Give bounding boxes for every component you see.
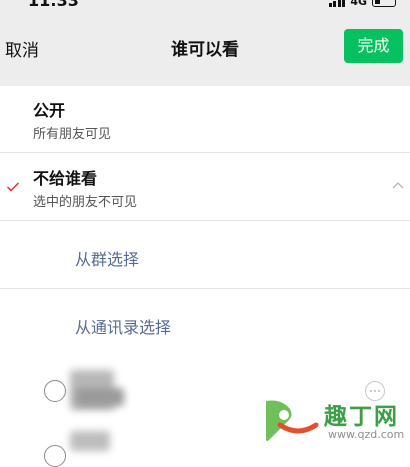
chevron-up-icon[interactable] [392,181,404,189]
radio-unchecked[interactable] [44,380,66,402]
watermark-url: www.qzd.com [328,428,405,441]
select-from-contacts-link[interactable]: 从通讯录选择 [75,314,171,338]
nav-bar: 取消 谁可以看 完成 [0,14,410,86]
option-public-subtitle: 所有朋友可见 [33,127,112,142]
option-public-title: 公开 [33,101,66,120]
avatar [70,431,110,451]
radio-unchecked[interactable] [44,445,66,467]
signal-icon [328,0,346,7]
option-hide-from[interactable]: 不给谁看 选中的朋友不可见 [0,153,410,220]
option-hide-from-subtitle: 选中的朋友不可见 [33,195,138,210]
battery-icon [372,0,396,7]
select-from-group-link[interactable]: 从群选择 [75,246,139,270]
divider [0,220,410,221]
option-public[interactable]: 公开 所有朋友可见 [0,86,410,152]
status-bar: 11:33 4G [0,0,410,14]
checkmark-icon [6,182,20,192]
watermark-brand: 趣丁网 [324,403,399,430]
watermark: 趣丁网 www.qzd.com [258,395,410,449]
option-hide-from-title: 不给谁看 [33,169,98,188]
status-time: 11:33 [28,0,79,10]
status-indicators: 4G [328,0,396,9]
divider [0,288,410,289]
contact-name [76,388,124,406]
watermark-logo-icon [266,400,319,441]
network-label: 4G [350,0,367,8]
done-button[interactable]: 完成 [344,29,403,63]
